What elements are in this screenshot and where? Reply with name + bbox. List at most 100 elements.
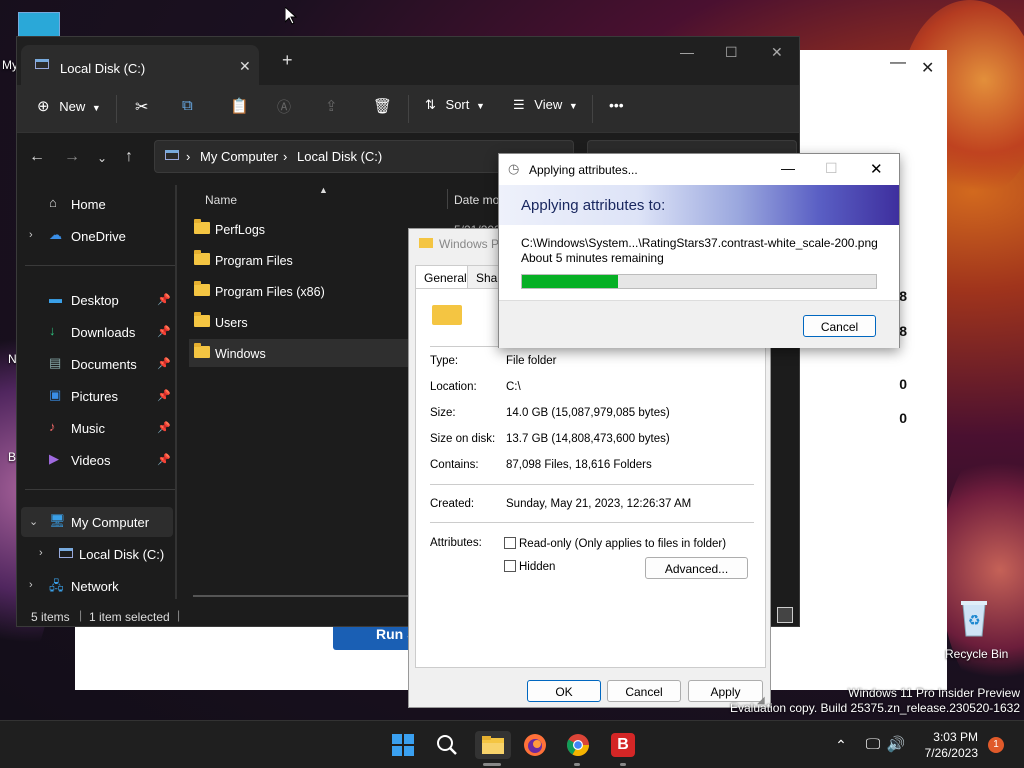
list-item[interactable]: PerfLogs [189, 215, 409, 243]
nav-home[interactable]: ⌂ Home [21, 189, 173, 219]
sort-button[interactable]: ⇅ Sort ▼ [425, 97, 485, 113]
new-button[interactable]: ⊕ New ▼ [37, 97, 101, 115]
background-number: 8 [899, 288, 907, 304]
list-item[interactable]: Program Files [189, 246, 409, 274]
apply-button[interactable]: Apply [688, 680, 763, 702]
view-button[interactable]: ☰ View ▼ [513, 97, 578, 113]
chrome-icon[interactable] [564, 731, 592, 759]
list-item-selected[interactable]: Windows [189, 339, 409, 367]
chevron-right-icon[interactable]: › [39, 547, 43, 559]
column-header-date[interactable]: Date mo [454, 193, 499, 207]
picture-icon: ▣ [49, 387, 62, 402]
notification-badge[interactable]: 1 [988, 737, 1004, 753]
share-icon[interactable]: ⇪ [325, 97, 338, 115]
apply-minimize-icon[interactable]: — [781, 160, 795, 176]
nav-videos[interactable]: ▶ Videos 📌 [21, 445, 173, 475]
active-app-indicator [483, 763, 501, 766]
forward-arrow-icon[interactable]: → [64, 148, 80, 166]
back-arrow-icon[interactable]: ← [29, 148, 45, 166]
nav-documents[interactable]: ▤ Documents 📌 [21, 349, 173, 379]
breadcrumb-local-disk[interactable]: Local Disk (C:) [297, 149, 382, 164]
file-explorer-taskbar-icon[interactable] [475, 731, 511, 759]
apply-close-icon[interactable]: ✕ [870, 160, 883, 178]
chevron-down-icon[interactable]: ⌄ [29, 515, 38, 528]
maximize-icon[interactable]: ☐ [725, 44, 738, 61]
tiles-view-icon[interactable] [777, 607, 793, 623]
sort-icon: ⇅ [425, 97, 436, 112]
readonly-checkbox[interactable] [504, 537, 516, 549]
list-item-name: PerfLogs [215, 223, 266, 237]
minimize-icon[interactable]: — [680, 44, 694, 60]
nav-my-computer-label: My Computer [71, 515, 150, 530]
paste-icon[interactable]: 📋 [230, 97, 249, 115]
chevron-up-icon[interactable]: ⌃ [827, 731, 855, 759]
nav-videos-label: Videos [71, 453, 111, 468]
apply-cancel-button[interactable]: Cancel [803, 315, 876, 337]
background-number: 0 [899, 410, 907, 426]
new-tab-icon[interactable]: + [282, 50, 293, 71]
close-tab-icon[interactable]: ✕ [239, 58, 251, 75]
nav-network[interactable]: › 🖧 Network [21, 571, 173, 601]
apply-maximize-icon: ☐ [825, 160, 838, 176]
up-arrow-icon[interactable]: ↑ [125, 148, 133, 166]
document-icon: ▤ [49, 355, 62, 370]
breadcrumb-my-computer[interactable]: My Computer [200, 149, 278, 164]
ok-button[interactable]: OK [527, 680, 601, 702]
folder-icon [194, 281, 210, 296]
list-item[interactable]: Program Files (x86) [189, 277, 409, 305]
cancel-button[interactable]: Cancel [607, 680, 681, 702]
nav-downloads[interactable]: ↓ Downloads 📌 [21, 317, 173, 347]
size-label: Size: [430, 407, 456, 419]
advanced-button[interactable]: Advanced... [645, 557, 748, 579]
close-window-icon[interactable]: ✕ [771, 44, 783, 61]
chevron-right-icon[interactable]: › [29, 579, 33, 591]
column-divider[interactable] [447, 189, 448, 209]
pin-icon: 📌 [157, 454, 171, 466]
browser-b-icon[interactable]: B [609, 731, 637, 759]
nav-desktop-label: Desktop [71, 293, 119, 308]
delete-icon[interactable]: 🗑 [373, 97, 392, 115]
tab-label: Local Disk (C:) [60, 61, 146, 76]
nav-desktop[interactable]: ▬ Desktop 📌 [21, 285, 173, 315]
rename-icon[interactable]: Ⓐ [277, 97, 291, 117]
nav-my-computer[interactable]: ⌄ 🖥 My Computer [21, 507, 173, 537]
nav-local-disk[interactable]: › Local Disk (C:) [21, 539, 173, 569]
more-options-icon[interactable]: ••• [609, 97, 624, 113]
type-label: Type: [430, 355, 459, 367]
volume-icon[interactable]: 🔊 [882, 731, 910, 759]
clock[interactable]: 3:03 PM 7/26/2023 [925, 729, 978, 761]
plus-circle-icon: ⊕ [37, 98, 50, 115]
command-bar: ⊕ New ▼ ✂ ⧉ 📋 Ⓐ ⇪ 🗑 ⇅ Sort ▼ ☰ View ▼ ••… [17, 85, 799, 133]
recycle-bin-icon[interactable]: ♻ [958, 598, 990, 638]
pin-icon: 📌 [157, 390, 171, 402]
recent-chevron-icon[interactable]: ⌄ [97, 151, 107, 165]
status-item-count: 5 items [31, 610, 70, 624]
cut-icon[interactable]: ✂ [135, 97, 148, 117]
background-minimize-icon[interactable]: — [890, 54, 906, 72]
tab-local-disk[interactable]: Local Disk (C:) ✕ [21, 45, 259, 85]
nav-onedrive[interactable]: › ☁ OneDrive [21, 221, 173, 251]
applying-attributes-dialog: ◷ Applying attributes... — ☐ ✕ Applying … [498, 153, 900, 348]
search-icon[interactable] [433, 731, 461, 759]
firefox-icon[interactable] [521, 731, 549, 759]
nav-scrollbar[interactable] [175, 185, 177, 599]
readonly-label: Read-only (Only applies to files in fold… [519, 538, 727, 550]
desktop-icon-top[interactable] [18, 12, 60, 38]
apply-heading: Applying attributes to: [521, 197, 666, 214]
apply-file-path: C:\Windows\System...\RatingStars37.contr… [521, 236, 878, 250]
background-close-icon[interactable]: ✕ [921, 58, 934, 78]
apply-progress-bar [521, 274, 877, 289]
list-item-name: Program Files (x86) [215, 285, 325, 299]
view-label: View [534, 97, 563, 112]
copy-icon[interactable]: ⧉ [182, 97, 193, 114]
contains-value: 87,098 Files, 18,616 Folders [506, 459, 652, 471]
list-item[interactable]: Users [189, 308, 409, 336]
column-header-name[interactable]: Name [205, 193, 237, 207]
chevron-right-icon[interactable]: › [29, 229, 33, 241]
start-windows-icon[interactable] [389, 731, 417, 759]
nav-music[interactable]: ♪ Music 📌 [21, 413, 173, 443]
nav-pictures[interactable]: ▣ Pictures 📌 [21, 381, 173, 411]
breadcrumb-separator-icon: › [186, 149, 191, 164]
browser-b-badge: B [611, 733, 635, 757]
hidden-checkbox[interactable] [504, 560, 516, 572]
